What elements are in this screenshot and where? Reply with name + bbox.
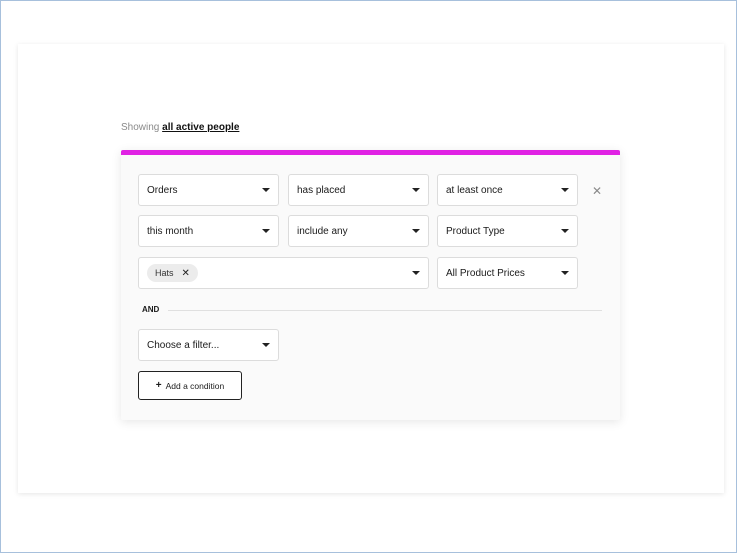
add-condition-button[interactable]: + Add a condition [138,371,242,400]
match-select-label: include any [297,225,348,237]
period-select[interactable]: this month [138,215,279,247]
action-select-label: has placed [297,184,346,196]
close-icon[interactable]: ✕ [590,184,604,198]
tag-chip: Hats ✕ [147,264,198,282]
metric-select[interactable]: Orders [138,174,279,206]
chevron-down-icon [262,343,270,347]
chip-remove-icon[interactable]: ✕ [182,268,190,279]
action-select[interactable]: has placed [288,174,429,206]
tag-multiselect[interactable]: Hats ✕ [138,257,429,289]
audience-summary: Showing all active people [121,122,239,133]
tag-multiselect-content: Hats ✕ [147,264,406,282]
chevron-down-icon [412,271,420,275]
tag-chip-label: Hats [155,268,174,278]
showing-prefix: Showing [121,122,160,133]
match-select[interactable]: include any [288,215,429,247]
and-label: AND [142,305,160,314]
frequency-select-label: at least once [446,184,503,196]
divider [168,310,602,311]
chevron-down-icon [262,229,270,233]
metric-select-label: Orders [147,184,178,196]
price-select-label: All Product Prices [446,267,525,279]
chevron-down-icon [561,229,569,233]
property-select[interactable]: Product Type [437,215,578,247]
chevron-down-icon [412,229,420,233]
frequency-select[interactable]: at least once [437,174,578,206]
chevron-down-icon [561,271,569,275]
filter-select-label: Choose a filter... [147,339,220,351]
audience-link[interactable]: all active people [162,122,239,133]
filter-select[interactable]: Choose a filter... [138,329,279,361]
plus-icon: + [155,380,162,391]
add-condition-label: Add a condition [165,380,225,391]
property-select-label: Product Type [446,225,505,237]
period-select-label: this month [147,225,194,237]
chevron-down-icon [412,188,420,192]
chevron-down-icon [262,188,270,192]
chevron-down-icon [561,188,569,192]
price-select[interactable]: All Product Prices [437,257,578,289]
